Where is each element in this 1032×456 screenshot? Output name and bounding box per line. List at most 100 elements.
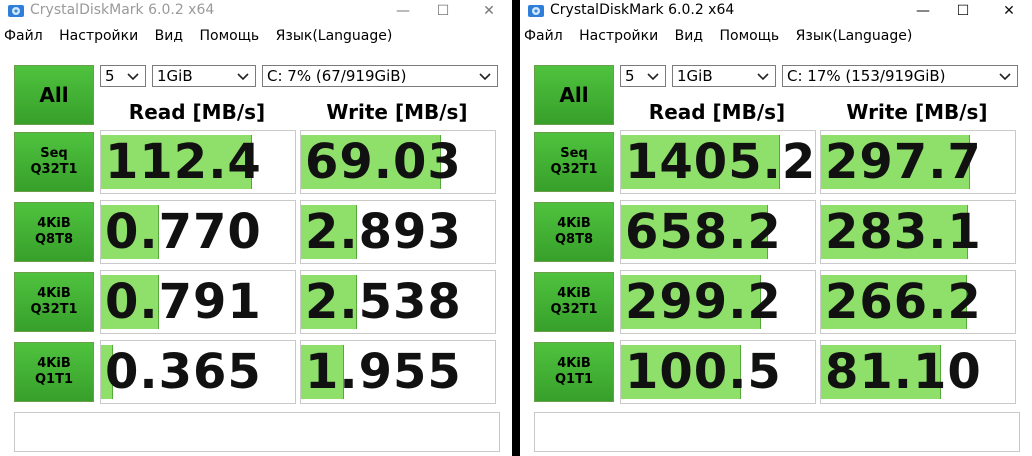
read-result: 299.2 [620, 270, 816, 334]
comment-field[interactable] [534, 412, 1020, 452]
chevron-down-icon [237, 73, 249, 81]
read-result: 0.770 [100, 200, 296, 264]
test-name: Seq [560, 146, 588, 161]
chevron-down-icon [479, 73, 491, 81]
write-result: 2.893 [300, 200, 496, 264]
read-value: 0.791 [105, 274, 262, 330]
write-header: Write [MB/s] [846, 100, 988, 124]
read-value: 0.770 [105, 204, 262, 260]
test-count-select[interactable]: 5 [620, 65, 666, 87]
menu-settings[interactable]: Настройки [579, 28, 658, 44]
crystaldiskmark-window-left: CrystalDiskMark 6.0.2 x64 — ☐ ✕ Файл Нас… [0, 0, 512, 456]
drive-select[interactable]: C: 17% (153/919GiB) [782, 65, 1018, 87]
write-value: 266.2 [825, 274, 982, 330]
read-result: 100.5 [620, 340, 816, 404]
write-header: Write [MB/s] [326, 100, 468, 124]
test-size-select[interactable]: 1GiB [152, 65, 256, 87]
close-button[interactable]: ✕ [994, 2, 1024, 20]
read-result: 112.4 [100, 130, 296, 194]
test-params: Q32T1 [30, 162, 78, 177]
drive-value: C: 17% (153/919GiB) [787, 67, 946, 85]
read-result: 0.791 [100, 270, 296, 334]
read-result: 1405.2 [620, 130, 816, 194]
test-params: Q8T8 [554, 232, 593, 247]
chevron-down-icon [647, 73, 659, 81]
test-count-value: 5 [625, 67, 635, 85]
test-params: Q1T1 [34, 372, 73, 387]
menu-language[interactable]: Язык(Language) [276, 28, 393, 44]
chevron-down-icon [127, 73, 139, 81]
maximize-button[interactable]: ☐ [948, 2, 978, 20]
write-result: 2.538 [300, 270, 496, 334]
minimize-button[interactable]: — [908, 2, 938, 20]
crystaldiskmark-window-right: CrystalDiskMark 6.0.2 x64 — ☐ ✕ Файл Нас… [520, 0, 1032, 456]
read-value: 112.4 [105, 134, 262, 190]
read-value: 658.2 [625, 204, 782, 260]
test-button[interactable]: 4KiB Q32T1 [534, 272, 614, 332]
read-header: Read [MB/s] [128, 100, 266, 124]
close-button[interactable]: ✕ [474, 2, 504, 20]
test-params: Q1T1 [554, 372, 593, 387]
comment-field[interactable] [14, 412, 500, 452]
write-value: 2.893 [305, 204, 462, 260]
write-result: 1.955 [300, 340, 496, 404]
test-button[interactable]: Seq Q32T1 [14, 132, 94, 192]
write-result: 69.03 [300, 130, 496, 194]
menu-view[interactable]: Вид [675, 28, 703, 44]
drive-value: C: 7% (67/919GiB) [267, 67, 407, 85]
menu-help[interactable]: Помощь [720, 28, 780, 44]
menu-settings[interactable]: Настройки [59, 28, 138, 44]
test-button[interactable]: 4KiB Q8T8 [14, 202, 94, 262]
test-button[interactable]: 4KiB Q1T1 [14, 342, 94, 402]
test-params: Q8T8 [34, 232, 73, 247]
read-value: 0.365 [105, 344, 262, 400]
maximize-button[interactable]: ☐ [428, 2, 458, 20]
title-bar[interactable]: CrystalDiskMark 6.0.2 x64 — ☐ ✕ [0, 0, 512, 22]
test-button[interactable]: 4KiB Q8T8 [534, 202, 614, 262]
test-count-select[interactable]: 5 [100, 65, 146, 87]
test-params: Q32T1 [550, 302, 598, 317]
minimize-button[interactable]: — [388, 2, 418, 20]
test-size-value: 1GiB [157, 67, 193, 85]
menu-view[interactable]: Вид [155, 28, 183, 44]
test-size-value: 1GiB [677, 67, 713, 85]
test-button[interactable]: Seq Q32T1 [534, 132, 614, 192]
menu-file[interactable]: Файл [4, 28, 43, 44]
menu-bar: Файл Настройки Вид Помощь Язык(Language) [4, 28, 512, 48]
test-name: 4KiB [557, 356, 591, 371]
menu-help[interactable]: Помощь [200, 28, 260, 44]
drive-select[interactable]: C: 7% (67/919GiB) [262, 65, 498, 87]
read-value: 1405.2 [625, 134, 816, 190]
write-value: 1.955 [305, 344, 462, 400]
all-button[interactable]: All [14, 65, 94, 125]
crystaldiskmark-app-icon [528, 5, 544, 17]
test-size-select[interactable]: 1GiB [672, 65, 776, 87]
test-params: Q32T1 [550, 162, 598, 177]
title-bar[interactable]: CrystalDiskMark 6.0.2 x64 — ☐ ✕ [520, 0, 1032, 22]
test-name: 4KiB [557, 216, 591, 231]
test-name: 4KiB [557, 286, 591, 301]
menu-language[interactable]: Язык(Language) [796, 28, 913, 44]
test-name: 4KiB [37, 286, 71, 301]
write-value: 2.538 [305, 274, 462, 330]
write-result: 297.7 [820, 130, 1016, 194]
menu-bar: Файл Настройки Вид Помощь Язык(Language) [524, 28, 1032, 48]
window-title: CrystalDiskMark 6.0.2 x64 [30, 2, 215, 18]
test-params: Q32T1 [30, 302, 78, 317]
test-name: 4KiB [37, 356, 71, 371]
write-value: 283.1 [825, 204, 982, 260]
crystaldiskmark-app-icon [8, 5, 24, 17]
menu-file[interactable]: Файл [524, 28, 563, 44]
test-name: 4KiB [37, 216, 71, 231]
test-button[interactable]: 4KiB Q32T1 [14, 272, 94, 332]
write-value: 297.7 [825, 134, 982, 190]
write-value: 69.03 [305, 134, 462, 190]
write-result: 266.2 [820, 270, 1016, 334]
all-button[interactable]: All [534, 65, 614, 125]
test-name: Seq [40, 146, 68, 161]
test-count-value: 5 [105, 67, 115, 85]
test-button[interactable]: 4KiB Q1T1 [534, 342, 614, 402]
read-value: 100.5 [625, 344, 782, 400]
write-value: 81.10 [825, 344, 982, 400]
read-result: 658.2 [620, 200, 816, 264]
